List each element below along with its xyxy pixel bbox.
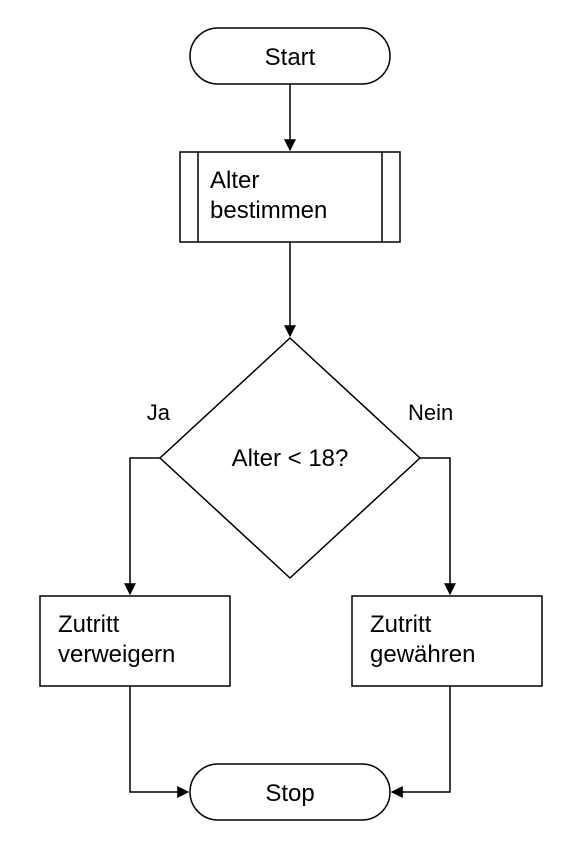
start-node: Start [190,28,390,84]
edge-yes-stop [130,686,188,792]
decision-label: Alter < 18? [232,445,349,472]
branch-no-line1: Zutritt [370,611,432,638]
edge-no-stop [392,686,450,792]
branch-yes-node: Zutritt verweigern [40,596,230,686]
branch-no-line2: gewähren [370,641,475,668]
decision-yes-label: Ja [147,400,171,425]
decision-node: Alter < 18? [160,338,420,578]
edge-decision-yes [130,458,160,594]
flowchart: Start Alter bestimmen Alter < 18? Ja Nei… [0,0,582,852]
branch-no-node: Zutritt gewähren [352,596,542,686]
edge-decision-no [420,458,450,594]
branch-yes-line2: verweigern [58,641,175,668]
process-line2: bestimmen [210,197,327,224]
stop-node: Stop [190,764,390,820]
process-node: Alter bestimmen [180,152,400,242]
stop-label: Stop [265,780,314,807]
process-line1: Alter [210,167,259,194]
start-label: Start [265,44,316,71]
branch-yes-line1: Zutritt [58,611,120,638]
decision-no-label: Nein [408,400,453,425]
